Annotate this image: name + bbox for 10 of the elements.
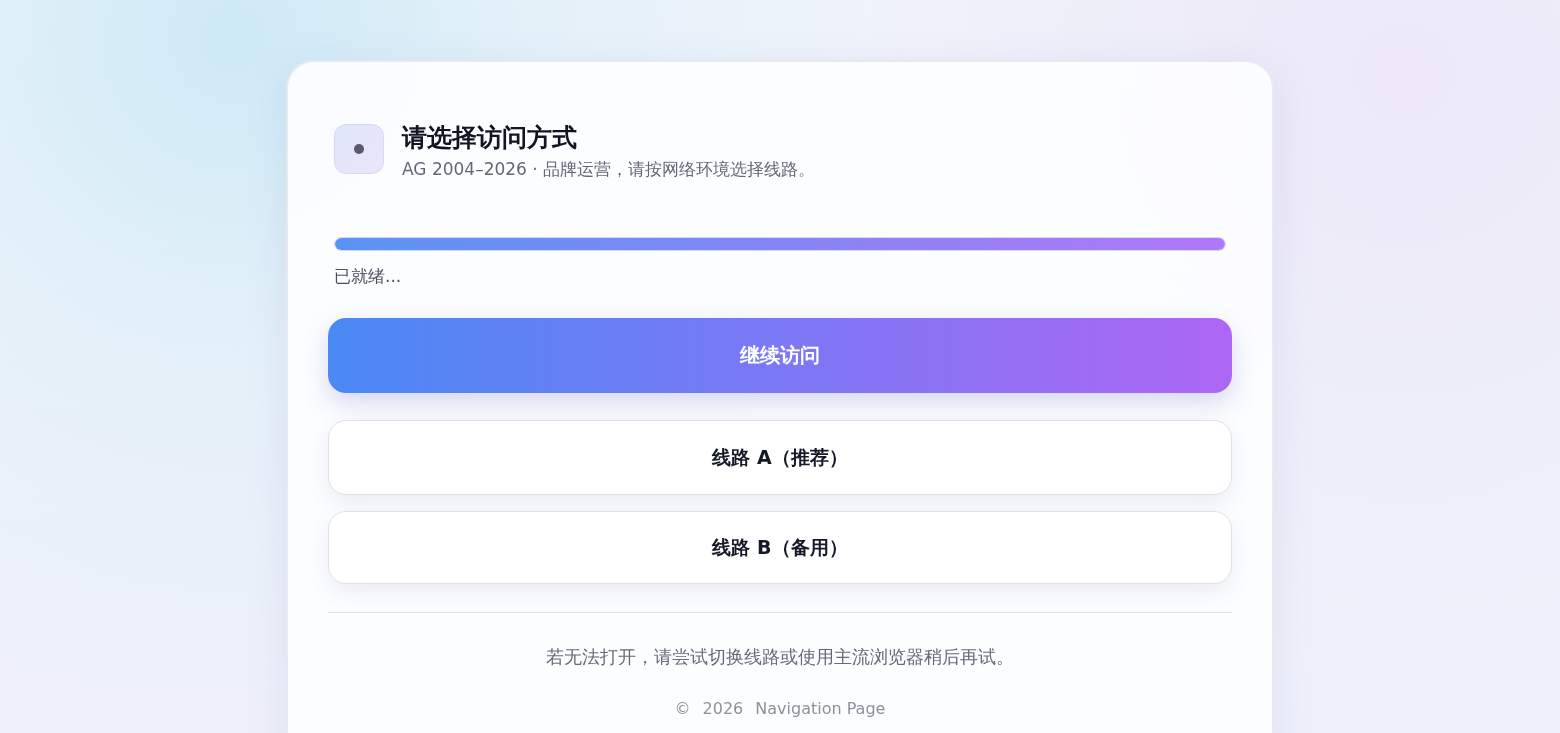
footer-text: © [674,699,691,718]
status-text: 已就绪... [334,265,403,288]
footer-text: 2026 [702,699,744,718]
subtitle: AG 2004–2026 · 品牌运营，请按网络环境选择线路。 [402,158,816,181]
footer-text: Navigation Page [755,699,886,718]
route-button[interactable]: 线路 B（备用） [328,511,1232,584]
help-text: 若无法打开，请尝试切换线路或使用主流浏览器稍后再试。 [545,645,1015,669]
route-button[interactable]: 线路 A（推荐） [328,420,1232,495]
page-title: 请选择访问方式 [402,122,578,154]
continue-button[interactable]: 继续访问 [328,318,1232,393]
